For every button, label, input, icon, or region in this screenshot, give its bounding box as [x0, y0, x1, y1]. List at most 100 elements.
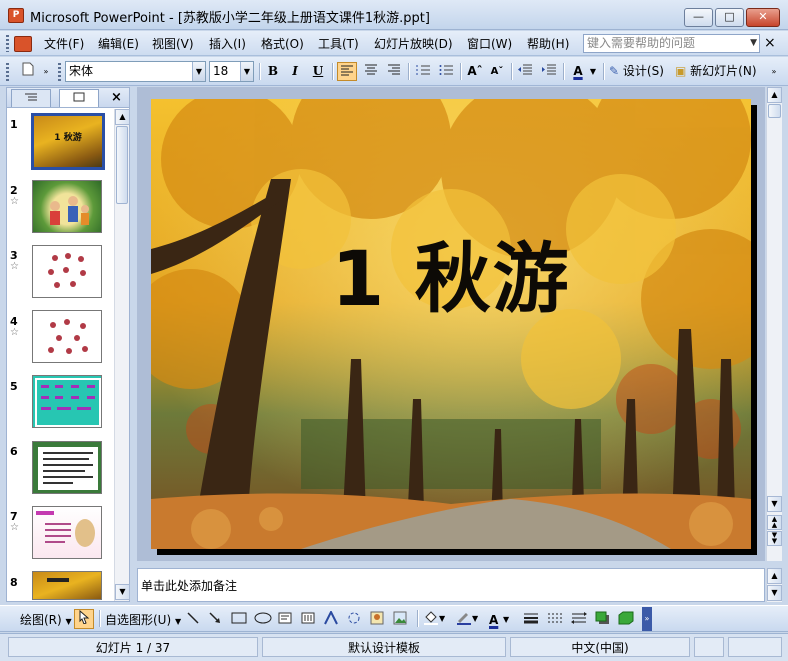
toolbar-options-icon[interactable]: »	[642, 607, 652, 631]
notes-placeholder[interactable]: 单击此处添加备注	[141, 577, 237, 594]
slide-thumbnail-2[interactable]	[32, 180, 102, 233]
slide-title[interactable]: 1 秋游	[151, 217, 751, 327]
new-slide-button[interactable]: ▣ 新幻灯片(N)	[675, 62, 765, 81]
slide-thumbnail-8[interactable]	[32, 571, 102, 600]
slide-thumbnail-5[interactable]	[32, 375, 102, 428]
font-size-select[interactable]: 18 ▼	[209, 61, 254, 82]
menu-window[interactable]: 窗口(W)	[467, 35, 512, 53]
chevron-down-icon: ▼	[65, 617, 72, 626]
tab-slides[interactable]	[59, 89, 99, 107]
design-template-name[interactable]: 默认设计模板	[262, 637, 506, 657]
line-color-icon[interactable]: ▼	[456, 611, 479, 629]
line-style-icon[interactable]	[523, 611, 539, 629]
status-spell-area	[694, 637, 724, 657]
animation-star-icon: ☆	[10, 261, 19, 272]
arrow-style-icon[interactable]	[571, 611, 587, 629]
scroll-thumb[interactable]	[116, 126, 128, 204]
help-search-input[interactable]: 键入需要帮助的问题 ▼	[583, 34, 760, 53]
menu-tools[interactable]: 工具(T)	[318, 35, 359, 53]
numbering-icon[interactable]	[413, 62, 433, 81]
previous-slide-icon[interactable]: ▲ ▲	[767, 515, 782, 530]
menu-view[interactable]: 视图(V)	[152, 35, 194, 53]
bullets-icon[interactable]	[436, 62, 456, 81]
chevron-down-icon[interactable]: ▼	[503, 611, 509, 629]
decrease-font-icon[interactable]: Aˇ	[487, 62, 507, 81]
slide-thumbnail-1[interactable]: 1 秋游	[31, 113, 105, 170]
scroll-up-icon[interactable]: ▲	[767, 87, 782, 103]
arrow-tool-icon[interactable]	[208, 611, 222, 629]
close-button[interactable]: ✕	[746, 8, 780, 27]
notes-scrollbar[interactable]: ▲ ▼	[766, 568, 782, 602]
minimize-button[interactable]: —	[684, 8, 713, 27]
toolbar-options-icon[interactable]: »	[768, 62, 780, 81]
bold-button[interactable]: B	[263, 62, 283, 81]
draw-menu-button[interactable]: 绘图(R) ▼	[20, 611, 72, 629]
maximize-button[interactable]: □	[715, 8, 744, 27]
menu-insert[interactable]: 插入(I)	[209, 35, 246, 53]
menu-slideshow[interactable]: 幻灯片放映(D)	[374, 35, 453, 53]
font-color-icon[interactable]: A	[489, 611, 498, 629]
slide-thumbnail-3[interactable]	[32, 245, 102, 298]
textbox-tool-icon[interactable]	[278, 611, 292, 629]
toolbar-grip[interactable]	[6, 63, 9, 81]
vertical-textbox-icon[interactable]	[301, 611, 315, 629]
chevron-down-icon[interactable]: ▼	[192, 62, 205, 81]
menu-file[interactable]: 文件(F)	[44, 35, 84, 53]
scroll-thumb[interactable]	[768, 104, 781, 118]
powerpoint-app-icon[interactable]: P	[8, 8, 24, 23]
3d-style-icon[interactable]	[618, 611, 634, 629]
oval-tool-icon[interactable]	[254, 611, 272, 629]
chevron-down-icon[interactable]: ▼	[588, 62, 598, 81]
document-icon[interactable]	[14, 36, 32, 52]
slides-icon	[73, 92, 85, 102]
underline-button[interactable]: U	[308, 62, 328, 81]
slide-thumbnail-6[interactable]	[32, 441, 102, 494]
clip-art-icon[interactable]	[370, 611, 384, 629]
diagram-icon[interactable]	[347, 611, 361, 629]
picture-icon[interactable]	[393, 611, 407, 629]
notes-pane[interactable]: 单击此处添加备注	[137, 568, 765, 602]
slide-thumbnail-7[interactable]	[32, 506, 102, 559]
menu-edit[interactable]: 编辑(E)	[98, 35, 139, 53]
increase-font-icon[interactable]: Aˆ	[465, 62, 485, 81]
next-slide-icon[interactable]: ▼ ▼	[767, 531, 782, 546]
scroll-down-icon[interactable]: ▼	[115, 584, 130, 600]
italic-button[interactable]: I	[285, 62, 305, 81]
slide-canvas[interactable]: 1 秋游	[151, 99, 751, 549]
line-tool-icon[interactable]	[186, 611, 200, 629]
select-objects-button[interactable]	[74, 609, 94, 629]
chevron-down-icon: ▼	[174, 617, 182, 626]
autoshapes-menu-button[interactable]: 自选图形(U) ▼	[105, 611, 181, 629]
increase-indent-icon[interactable]	[539, 62, 559, 81]
align-right-button[interactable]	[384, 62, 404, 81]
slide-thumbnail-4[interactable]	[32, 310, 102, 363]
editor-scrollbar[interactable]: ▲ ▼ ▲ ▲ ▼ ▼	[766, 87, 782, 561]
chevron-down-icon[interactable]: ▼	[240, 62, 253, 81]
menu-help[interactable]: 帮助(H)	[527, 35, 569, 53]
align-center-button[interactable]	[361, 62, 381, 81]
scroll-down-icon[interactable]: ▼	[767, 496, 782, 512]
align-left-button[interactable]	[337, 62, 357, 81]
toolbar-options-icon[interactable]: »	[40, 62, 52, 81]
scroll-up-icon[interactable]: ▲	[115, 109, 130, 125]
shadow-style-icon[interactable]	[595, 611, 611, 629]
font-color-button[interactable]: A	[568, 62, 588, 81]
rectangle-tool-icon[interactable]	[231, 611, 247, 629]
decrease-indent-icon[interactable]	[515, 62, 535, 81]
tab-outline[interactable]	[11, 89, 51, 107]
close-document-button[interactable]: ×	[764, 35, 776, 51]
chevron-down-icon[interactable]: ▼	[750, 35, 757, 52]
dash-style-icon[interactable]	[547, 611, 563, 629]
fill-color-icon[interactable]: ▼	[423, 611, 446, 629]
menubar-grip[interactable]	[6, 35, 9, 52]
menu-format[interactable]: 格式(O)	[261, 35, 304, 53]
scroll-up-icon[interactable]: ▲	[767, 568, 782, 584]
design-button[interactable]: ✎ 设计(S)	[609, 62, 671, 81]
wordart-icon[interactable]	[324, 609, 338, 629]
new-document-icon[interactable]	[18, 62, 38, 81]
font-name-select[interactable]: 宋体 ▼	[65, 61, 206, 82]
close-pane-button[interactable]: ×	[111, 90, 122, 105]
toolbar-grip[interactable]	[58, 63, 61, 81]
scroll-down-icon[interactable]: ▼	[767, 585, 782, 601]
slides-pane-scrollbar[interactable]: ▲ ▼	[114, 109, 130, 601]
